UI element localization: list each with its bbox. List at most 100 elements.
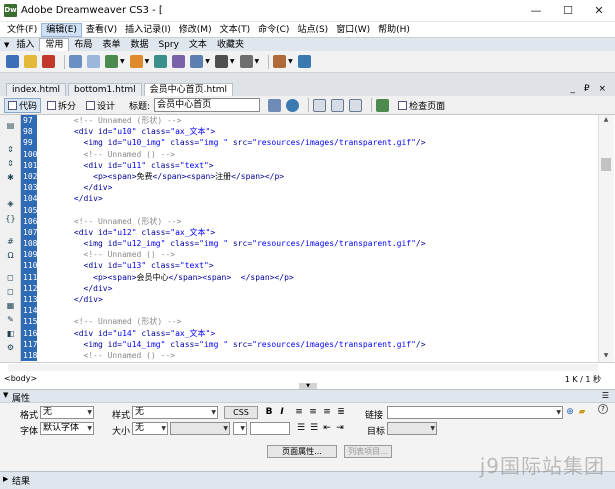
image-icon[interactable] [105, 55, 118, 68]
menu-window[interactable]: 窗口(W) [332, 23, 374, 37]
wrap-tag-icon[interactable]: ▦ [5, 301, 16, 311]
collapse-arrow-icon[interactable]: ▼ [3, 391, 8, 399]
server-include-icon[interactable] [172, 55, 186, 68]
menu-file[interactable]: 文件(F) [3, 23, 41, 37]
code-line[interactable]: <img id="u12_img" class="img " src="reso… [37, 238, 598, 249]
scroll-down-icon[interactable]: ▼ [601, 352, 611, 360]
table-icon[interactable] [69, 55, 82, 68]
collapse-arrow-icon[interactable]: ▼ [4, 41, 9, 49]
horizontal-scrollbar[interactable] [8, 364, 598, 371]
code-line[interactable]: <!-- Unnamed () --> [37, 249, 598, 260]
align-left-icon[interactable]: ≡ [294, 407, 304, 418]
scroll-up-icon[interactable]: ▲ [601, 116, 611, 124]
title-input[interactable]: 会员中心首页 [154, 98, 261, 112]
menu-site[interactable]: 站点(S) [293, 23, 332, 37]
code-line[interactable]: <div id="u14" class="ax_文本"> [37, 328, 598, 339]
balance-braces-icon[interactable]: {} [5, 214, 16, 224]
media-icon[interactable] [129, 55, 143, 68]
tag-selector[interactable]: <body> [4, 374, 37, 383]
head-icon[interactable] [214, 55, 228, 68]
justify-icon[interactable]: ≣ [336, 407, 346, 418]
page-properties-button[interactable]: 页面属性... [267, 445, 337, 458]
maximize-button[interactable]: ☐ [555, 3, 581, 19]
code-line[interactable]: <!-- Unnamed () --> [37, 350, 598, 361]
code-line[interactable]: <p><span>会员中心</span><span> </span></p> [37, 272, 598, 283]
code-line[interactable] [37, 205, 598, 216]
email-link-icon[interactable] [24, 55, 37, 68]
templates-icon[interactable] [273, 55, 287, 68]
remove-comment-icon[interactable]: ◻ [5, 287, 16, 297]
browse-folder-icon[interactable]: ▰ [577, 407, 587, 418]
text-color-picker[interactable]: ▼ [233, 422, 247, 435]
ordered-list-icon[interactable]: ☰ [309, 423, 319, 434]
insert-tab-text[interactable]: 文本 [184, 39, 212, 51]
bold-button[interactable]: B [264, 407, 274, 418]
code-line[interactable]: </div> [37, 283, 598, 294]
recent-snippets-icon[interactable]: ✎ [5, 315, 16, 325]
close-button[interactable]: ✕ [586, 3, 612, 19]
tag-chooser-icon[interactable] [297, 55, 311, 68]
help-icon[interactable]: ? [598, 404, 608, 414]
doc-tab-bottom1[interactable]: bottom1.html [67, 83, 142, 96]
menu-commands[interactable]: 命令(C) [254, 23, 293, 37]
menu-modify[interactable]: 修改(M) [175, 23, 216, 37]
code-line[interactable]: <!-- Unnamed (形状) --> [37, 216, 598, 227]
code-line[interactable]: </div> [37, 294, 598, 305]
menu-help[interactable]: 帮助(H) [374, 23, 414, 37]
menu-text[interactable]: 文本(T) [216, 23, 255, 37]
line-numbers-icon[interactable]: # [5, 237, 16, 247]
collapse-tag-icon[interactable]: ⇕ [5, 145, 16, 155]
select-parent-tag-icon[interactable]: ◈ [5, 199, 16, 209]
code-line[interactable]: <!-- Unnamed (形状) --> [37, 316, 598, 327]
chevron-down-icon[interactable]: ▼ [145, 58, 150, 65]
menu-edit[interactable]: 编辑(E) [41, 22, 82, 37]
style-select[interactable]: 无 ▼ [132, 406, 218, 419]
code-line[interactable]: <img id="u14_img" class="img " src="reso… [37, 339, 598, 350]
insert-tab-favorites[interactable]: 收藏夹 [212, 39, 249, 51]
code-line[interactable]: <p><span>免费</span><span>注册</span></p> [37, 171, 598, 182]
unordered-list-icon[interactable]: ☰ [296, 423, 306, 434]
code-view-button[interactable]: 代码 [4, 97, 42, 113]
code-line[interactable]: <div id="u12" class="ax_文本"> [37, 227, 598, 238]
menu-insert[interactable]: 插入记录(I) [121, 23, 175, 37]
italic-button[interactable]: I [277, 407, 287, 418]
check-page-button[interactable]: 检查页面 [394, 98, 449, 113]
doc-tab-member-center[interactable]: 会员中心首页.html [143, 83, 233, 96]
code-line[interactable]: <img id="u10_img" class="img " src="reso… [37, 137, 598, 148]
format-select[interactable]: 无 ▼ [40, 406, 94, 419]
chevron-down-icon[interactable]: ▼ [120, 58, 125, 65]
preview-browser-icon[interactable] [286, 98, 300, 112]
collapse-selection-icon[interactable]: ⇕ [5, 159, 16, 169]
expand-arrow-icon[interactable]: ▶ [3, 475, 8, 483]
size-select[interactable]: 无 ▼ [132, 422, 168, 435]
scrollbar-thumb[interactable] [601, 158, 611, 171]
link-input[interactable]: ▼ [387, 406, 563, 419]
code-line[interactable]: </div> [37, 182, 598, 193]
properties-panel-header[interactable] [0, 389, 615, 403]
code-line[interactable] [37, 305, 598, 316]
insert-tab-common[interactable]: 常用 [39, 38, 70, 51]
indent-code-icon[interactable]: ⚙ [5, 343, 16, 353]
align-right-icon[interactable]: ≡ [322, 407, 332, 418]
code-line[interactable]: <!-- Unnamed (形状) --> [37, 115, 598, 126]
design-view-button[interactable]: 设计 [82, 98, 119, 113]
view-options-icon[interactable] [331, 98, 345, 112]
validate-markup-icon[interactable] [376, 98, 390, 112]
code-line[interactable]: <div id="u10" class="ax_文本"> [37, 126, 598, 137]
insert-tab-forms[interactable]: 表单 [97, 39, 125, 51]
chevron-down-icon[interactable]: ▼ [230, 58, 235, 65]
script-icon[interactable] [239, 55, 253, 68]
expand-all-icon[interactable]: ✱ [5, 173, 16, 183]
doc-tab-index[interactable]: index.html [6, 83, 66, 96]
indent-icon[interactable]: ⇥ [335, 423, 345, 434]
text-color-input[interactable] [250, 422, 290, 435]
highlight-invalid-icon[interactable]: Ω [5, 251, 16, 261]
code-line[interactable]: <div id="u11" class="text"> [37, 160, 598, 171]
document-window-controls[interactable]: _ ₽ × [571, 84, 610, 94]
insert-tab-data[interactable]: 数据 [125, 39, 153, 51]
code-line[interactable]: <!-- Unnamed () --> [37, 149, 598, 160]
align-center-icon[interactable]: ≡ [308, 407, 318, 418]
menu-view[interactable]: 查看(V) [82, 23, 121, 37]
minimize-button[interactable]: — [523, 3, 549, 19]
open-documents-icon[interactable]: ▤ [5, 121, 16, 131]
